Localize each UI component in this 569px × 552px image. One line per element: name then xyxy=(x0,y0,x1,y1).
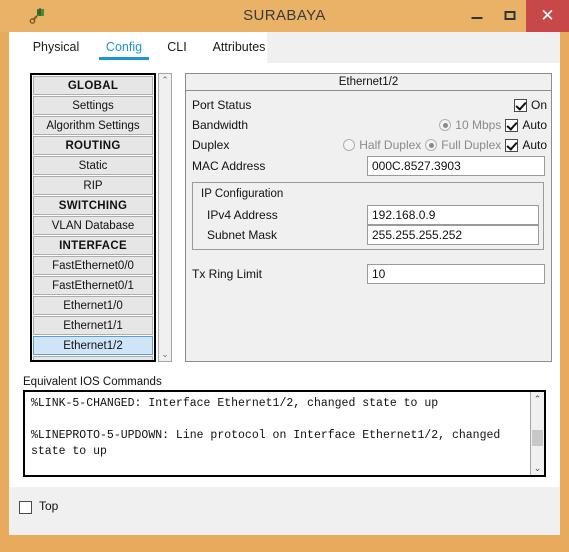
sidebar-item-vlan-database[interactable]: VLAN Database xyxy=(33,216,153,235)
console-scroll-up-icon[interactable]: ⌃ xyxy=(531,392,544,406)
interface-config-panel: Ethernet1/2 Port Status On Bandwidth 10 … xyxy=(185,73,552,362)
maximize-button[interactable] xyxy=(493,0,526,32)
tab-physical[interactable]: Physical xyxy=(21,32,91,63)
device-config-window: SURABAYA ✕ Physical Config CLI Attribute… xyxy=(0,0,569,552)
full-duplex-radio[interactable] xyxy=(425,139,438,151)
top-checkbox-label: Top xyxy=(39,499,59,513)
scroll-down-icon[interactable]: ⌄ xyxy=(159,348,171,361)
top-checkbox[interactable] xyxy=(19,501,32,514)
full-duplex-label: Full Duplex xyxy=(441,138,502,152)
port-status-checkbox-label: On xyxy=(530,98,547,112)
panel-title: Ethernet1/2 xyxy=(186,74,551,91)
ios-commands-text: %LINK-5-CHANGED: Interface Ethernet1/2, … xyxy=(31,397,501,458)
row-bandwidth: Bandwidth 10 Mbps Auto xyxy=(186,115,551,135)
row-duplex: Duplex Half Duplex Full Duplex Auto xyxy=(186,135,551,155)
sidebar-item-settings[interactable]: Settings xyxy=(33,96,153,115)
port-status-controls: On xyxy=(513,95,547,115)
sidebar-item-routing: ROUTING xyxy=(33,136,153,155)
tab-cli[interactable]: CLI xyxy=(157,32,197,63)
ipv4-address-input[interactable]: 192.168.0.9 xyxy=(367,205,539,225)
sidebar-item-switching: SWITCHING xyxy=(33,196,153,215)
tab-bar-filler xyxy=(267,32,560,63)
equivalent-ios-commands-label: Equivalent IOS Commands xyxy=(23,376,162,388)
config-category-list[interactable]: GLOBAL Settings Algorithm Settings ROUTI… xyxy=(30,73,156,362)
sidebar-item-fastethernet0-1[interactable]: FastEthernet0/1 xyxy=(33,276,153,295)
bandwidth-auto-checkbox[interactable] xyxy=(505,118,519,132)
bandwidth-10mbps-radio[interactable] xyxy=(439,119,452,131)
tab-bar: Physical Config CLI Attributes xyxy=(9,32,560,63)
ipv4-address-label: IPv4 Address xyxy=(207,208,278,222)
close-button[interactable]: ✕ xyxy=(526,0,569,32)
bandwidth-10mbps-label: 10 Mbps xyxy=(455,118,502,132)
mac-address-label: MAC Address xyxy=(192,159,266,173)
bandwidth-auto-label: Auto xyxy=(522,118,547,132)
bandwidth-controls: 10 Mbps Auto xyxy=(439,115,547,135)
ip-configuration-group: IP Configuration IPv4 Address 192.168.0.… xyxy=(192,182,544,250)
sidebar-item-static[interactable]: Static xyxy=(33,156,153,175)
sidebar-item-rip[interactable]: RIP xyxy=(33,176,153,195)
port-status-checkbox[interactable] xyxy=(513,98,527,112)
row-port-status: Port Status On xyxy=(186,95,551,115)
sidebar-item-fastethernet0-0[interactable]: FastEthernet0/0 xyxy=(33,256,153,275)
duplex-auto-checkbox[interactable] xyxy=(505,138,519,152)
half-duplex-radio[interactable] xyxy=(343,139,356,151)
duplex-auto-label: Auto xyxy=(522,138,547,152)
sidebar-item-global: GLOBAL xyxy=(33,76,153,95)
console-scrollbar[interactable]: ⌃ ⌄ xyxy=(530,392,544,475)
client-area: Physical Config CLI Attributes GLOBAL Se… xyxy=(9,32,560,535)
tx-ring-limit-input[interactable]: 10 xyxy=(367,264,545,284)
bandwidth-label: Bandwidth xyxy=(192,118,249,132)
bottom-bar: Top xyxy=(9,487,560,535)
sidebar-item-ethernet1-0[interactable]: Ethernet1/0 xyxy=(33,296,153,315)
port-status-label: Port Status xyxy=(192,98,252,112)
half-duplex-label: Half Duplex xyxy=(359,138,422,152)
duplex-controls: Half Duplex Full Duplex Auto xyxy=(343,135,547,155)
sidebar-item-algorithm-settings[interactable]: Algorithm Settings xyxy=(33,116,153,135)
sidebar-item-ethernet1-1[interactable]: Ethernet1/1 xyxy=(33,316,153,335)
mac-address-input[interactable]: 000C.8527.3903 xyxy=(367,156,545,176)
console-scroll-down-icon[interactable]: ⌄ xyxy=(531,461,544,475)
sidebar-item-interface: INTERFACE xyxy=(33,236,153,255)
ip-configuration-title: IP Configuration xyxy=(201,188,284,200)
minimize-button[interactable] xyxy=(460,0,493,32)
sidebar-item-ethernet1-3[interactable]: Ethernet1/3 xyxy=(33,356,153,360)
tx-ring-limit-label: Tx Ring Limit xyxy=(192,267,263,281)
minimize-icon xyxy=(471,17,482,19)
title-bar: SURABAYA ✕ xyxy=(0,0,569,32)
console-scroll-thumb[interactable] xyxy=(532,430,543,446)
ios-commands-console[interactable]: %LINK-5-CHANGED: Interface Ethernet1/2, … xyxy=(23,390,546,477)
maximize-icon xyxy=(504,11,515,20)
sidebar-item-ethernet1-2[interactable]: Ethernet1/2 xyxy=(33,336,153,355)
sidebar-scrollbar[interactable]: ⌃ ⌄ xyxy=(158,73,172,362)
tab-attributes[interactable]: Attributes xyxy=(199,32,279,63)
subnet-mask-input[interactable]: 255.255.255.252 xyxy=(367,225,539,245)
tab-config[interactable]: Config xyxy=(93,32,155,63)
subnet-mask-label: Subnet Mask xyxy=(207,228,278,242)
duplex-label: Duplex xyxy=(192,138,230,152)
close-icon: ✕ xyxy=(540,6,555,25)
scroll-up-icon[interactable]: ⌃ xyxy=(159,74,171,87)
